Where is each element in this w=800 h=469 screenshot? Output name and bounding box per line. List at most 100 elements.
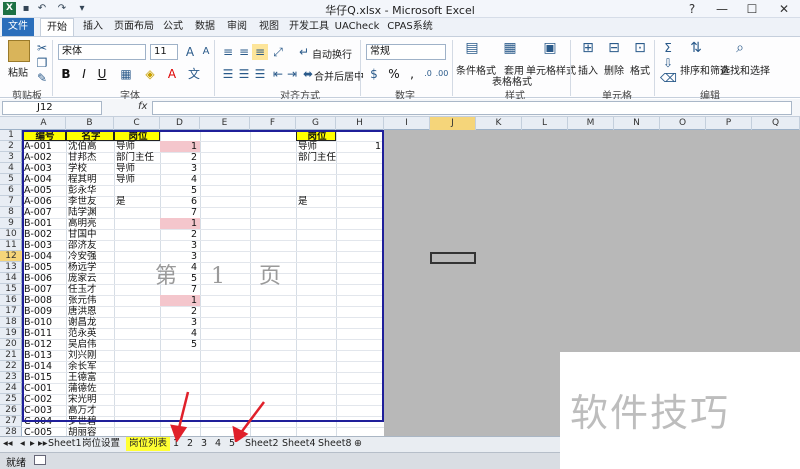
merge-center-button[interactable]: 合并后居中 [314, 68, 364, 83]
tab-review[interactable]: 审阅 [222, 18, 252, 36]
column-header-o[interactable]: O [660, 117, 706, 130]
increase-indent-icon[interactable]: ⇥ [284, 66, 300, 82]
tab-data[interactable]: 数据 [190, 18, 220, 36]
column-header-m[interactable]: M [568, 117, 614, 130]
column-header-c[interactable]: C [114, 117, 160, 130]
row-header-14[interactable]: 14 [0, 273, 22, 284]
help-button[interactable]: ? [676, 0, 708, 18]
row-header-15[interactable]: 15 [0, 284, 22, 295]
conditional-format-button[interactable]: 条件格式 [456, 62, 496, 77]
column-header-j[interactable]: J [430, 117, 476, 130]
sheet-tab-post-setup[interactable]: 岗位设置 [82, 437, 120, 451]
accounting-format-icon[interactable]: $ [366, 66, 382, 82]
align-middle-icon[interactable]: ≡ [236, 44, 252, 60]
copy-icon[interactable]: ❐ [34, 55, 50, 71]
column-header-d[interactable]: D [160, 117, 200, 130]
column-header-q[interactable]: Q [752, 117, 800, 130]
sheet-tab-sheet8[interactable]: Sheet8 [318, 437, 352, 451]
tab-file[interactable]: 文件 [2, 18, 34, 36]
column-header-g[interactable]: G [296, 117, 336, 130]
phonetic-icon[interactable]: 文 [186, 66, 202, 82]
align-right-icon[interactable]: ☰ [252, 66, 268, 82]
row-header-13[interactable]: 13 [0, 262, 22, 273]
column-header-k[interactable]: K [476, 117, 522, 130]
number-format-select[interactable]: 常规 [366, 44, 446, 60]
cell-styles-button[interactable]: 单元格样式 [526, 62, 576, 77]
wrap-text-icon[interactable]: ↵ [296, 44, 312, 60]
column-header-i[interactable]: I [384, 117, 430, 130]
row-header-8[interactable]: 8 [0, 207, 22, 218]
grow-font-icon[interactable]: A [182, 44, 198, 60]
sheet-nav-last-icon[interactable]: ▸▸ [38, 437, 48, 451]
tab-view[interactable]: 视图 [254, 18, 284, 36]
align-top-icon[interactable]: ≡ [220, 44, 236, 60]
row-header-27[interactable]: 27 [0, 416, 22, 427]
column-header-b[interactable]: B [66, 117, 114, 130]
align-left-icon[interactable]: ☰ [220, 66, 236, 82]
row-header-18[interactable]: 18 [0, 317, 22, 328]
row-header-2[interactable]: 2 [0, 141, 22, 152]
maximize-button[interactable]: ☐ [736, 0, 768, 18]
row-header-21[interactable]: 21 [0, 350, 22, 361]
column-header-f[interactable]: F [250, 117, 296, 130]
row-header-7[interactable]: 7 [0, 196, 22, 207]
find-select-button[interactable]: 查找和选择 [720, 62, 770, 77]
italic-button[interactable]: I [76, 66, 92, 82]
font-size-select[interactable]: 11 [150, 44, 178, 60]
format-as-table-icon[interactable]: ▦ [500, 40, 520, 60]
font-color-icon[interactable]: A [164, 66, 180, 82]
find-select-icon[interactable]: ⌕ [730, 40, 750, 60]
borders-icon[interactable]: ▦ [118, 66, 134, 82]
row-header-20[interactable]: 20 [0, 339, 22, 350]
insert-cells-icon[interactable]: ⊞ [578, 40, 598, 60]
row-header-22[interactable]: 22 [0, 361, 22, 372]
font-name-select[interactable]: 宋体 [58, 44, 146, 60]
row-header-16[interactable]: 16 [0, 295, 22, 306]
row-header-26[interactable]: 26 [0, 405, 22, 416]
row-header-5[interactable]: 5 [0, 174, 22, 185]
tab-cpas[interactable]: CPAS系统 [384, 18, 436, 36]
cut-icon[interactable]: ✂ [34, 40, 50, 56]
sheet-nav-prev-icon[interactable]: ◂ [20, 437, 25, 451]
column-header-n[interactable]: N [614, 117, 660, 130]
selected-cell-j12[interactable] [430, 252, 476, 264]
row-header-24[interactable]: 24 [0, 383, 22, 394]
delete-cells-icon[interactable]: ⊟ [604, 40, 624, 60]
format-painter-icon[interactable]: ✎ [34, 70, 50, 86]
wrap-text-button[interactable]: 自动换行 [312, 46, 352, 61]
paste-button[interactable]: 粘贴 [8, 64, 28, 79]
percent-button[interactable]: % [386, 66, 402, 82]
underline-button[interactable]: U [94, 66, 110, 82]
cell-id[interactable]: C-005 [22, 427, 66, 436]
paste-icon[interactable] [8, 40, 30, 62]
fill-color-icon[interactable]: ◈ [142, 66, 158, 82]
formula-input[interactable] [152, 101, 792, 115]
row-header-10[interactable]: 10 [0, 229, 22, 240]
orientation-icon[interactable]: ⤢ [270, 44, 286, 60]
delete-cells-button[interactable]: 删除 [604, 62, 624, 77]
format-cells-icon[interactable]: ⊡ [630, 40, 650, 60]
row-header-19[interactable]: 19 [0, 328, 22, 339]
minimize-button[interactable]: — [706, 0, 738, 18]
shrink-font-icon[interactable]: A [198, 44, 214, 60]
bold-button[interactable]: B [58, 66, 74, 82]
insert-cells-button[interactable]: 插入 [578, 62, 598, 77]
row-header-6[interactable]: 6 [0, 185, 22, 196]
tab-formulas[interactable]: 公式 [158, 18, 188, 36]
format-cells-button[interactable]: 格式 [630, 62, 650, 77]
sheet-tab-sheet4[interactable]: Sheet4 [282, 437, 316, 451]
decrease-decimal-icon[interactable]: .00 [434, 66, 450, 82]
column-header-l[interactable]: L [522, 117, 568, 130]
sheet-nav-next-icon[interactable]: ▸ [30, 437, 35, 451]
sort-filter-icon[interactable]: ⇅ [686, 40, 706, 60]
cell-name[interactable]: 胡丽容 [66, 427, 114, 436]
row-header-3[interactable]: 3 [0, 152, 22, 163]
row-header-11[interactable]: 11 [0, 240, 22, 251]
tab-home[interactable]: 开始 [40, 18, 74, 36]
comma-style-button[interactable]: , [404, 66, 420, 82]
autosum-icon[interactable]: Σ [660, 40, 676, 56]
tab-insert[interactable]: 插入 [78, 18, 108, 36]
cell-post[interactable] [114, 427, 160, 436]
sheet-nav-first-icon[interactable]: ◂◂ [3, 437, 13, 451]
tab-uacheck[interactable]: UACheck [334, 18, 380, 36]
